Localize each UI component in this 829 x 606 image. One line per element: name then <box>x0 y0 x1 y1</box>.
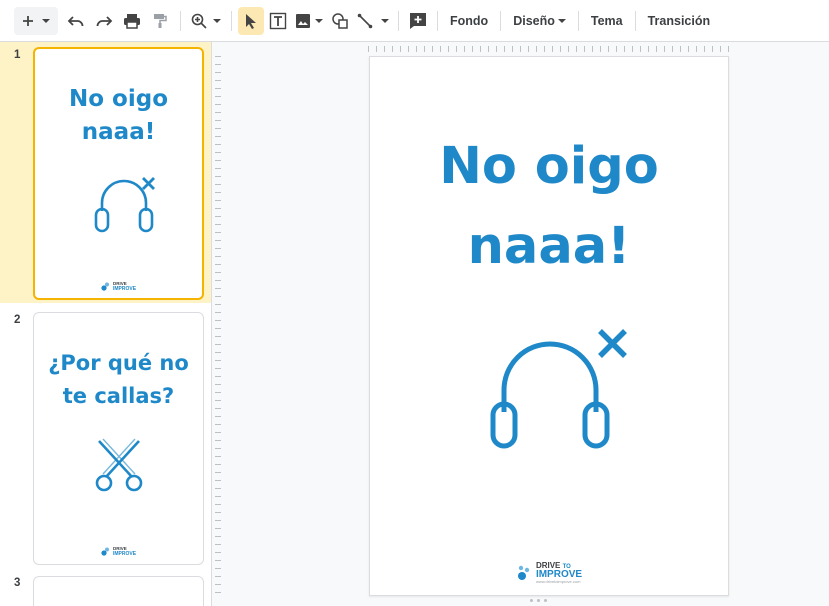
slide-number: 2 <box>14 314 21 326</box>
transition-button[interactable]: Transición <box>642 7 717 35</box>
theme-button[interactable]: Tema <box>585 7 629 35</box>
shape-icon <box>332 12 348 29</box>
chevron-down-icon <box>42 18 50 23</box>
horizontal-ruler[interactable] <box>368 42 729 54</box>
toolbar-divider <box>398 10 399 31</box>
redo-icon <box>96 15 113 26</box>
add-comment-button[interactable] <box>405 7 431 35</box>
slide-title-line2: naaa! <box>81 119 156 145</box>
new-slide-button[interactable] <box>14 6 58 35</box>
slide-title: No oigo naaa! <box>35 83 202 149</box>
logo-bottom-text: IMPROVE <box>112 550 137 557</box>
logo-dots-icon <box>517 565 530 580</box>
select-icon <box>246 13 256 29</box>
vertical-ruler[interactable] <box>212 56 224 596</box>
paint-format-button[interactable] <box>146 7 174 35</box>
slide-row-1[interactable]: 1 No oigo naaa! DRIVE IMPROVE <box>0 42 211 303</box>
line-button[interactable] <box>354 7 392 35</box>
background-button[interactable]: Fondo <box>444 7 494 35</box>
redo-button[interactable] <box>90 7 118 35</box>
chevron-down-icon <box>557 18 566 23</box>
toolbar-divider <box>634 10 636 31</box>
logo-dots-icon <box>101 547 109 556</box>
slide-title-line1: ¿Por qué no <box>48 351 189 375</box>
speaker-notes-handle[interactable] <box>530 599 547 602</box>
slide-title-line1: No oigo <box>68 86 168 112</box>
handle-dot <box>530 599 533 602</box>
image-icon <box>296 13 310 28</box>
line-icon <box>357 13 373 28</box>
layout-label: Diseño <box>513 13 555 28</box>
slide-row-3[interactable]: 3 <box>0 573 211 606</box>
handle-dot <box>544 599 547 602</box>
logo-url: www.drivetoimprove.com <box>535 579 581 584</box>
slide-canvas: No oigo naaa! DRIVE TO IMPROVE www.drive… <box>212 42 829 606</box>
image-button[interactable] <box>292 7 326 35</box>
slide-title-line1: No oigo <box>439 137 659 196</box>
slide-thumbnail-2[interactable]: ¿Por qué no te callas? DRIVE IMPROVE <box>33 312 204 565</box>
toolbar-divider <box>437 10 438 31</box>
slide-editor-page[interactable]: No oigo naaa! DRIVE TO IMPROVE www.drive… <box>369 56 729 596</box>
toolbar-divider <box>500 10 502 31</box>
headphones-icon <box>94 177 155 233</box>
toolbar-divider <box>231 10 232 31</box>
slide-number: 3 <box>14 577 21 589</box>
select-tool-button[interactable] <box>238 6 264 35</box>
textbox-button[interactable] <box>264 7 292 35</box>
logo-dots-icon <box>101 282 109 291</box>
undo-button[interactable] <box>62 7 90 35</box>
slide-thumbnail-3[interactable] <box>33 576 204 606</box>
brand-logo: DRIVE IMPROVE <box>34 546 203 557</box>
toolbar-divider <box>180 10 181 31</box>
chevron-down-icon <box>315 18 323 23</box>
slide-row-2[interactable]: 2 ¿Por qué no te callas? DRIVE IMPROVE <box>0 303 211 573</box>
slide-filmstrip: 1 No oigo naaa! DRIVE IMPROVE 2 ¿Por qué… <box>0 42 212 606</box>
toolbar-divider <box>577 10 579 31</box>
toolbar: Fondo Diseño Tema Transición <box>0 0 829 42</box>
chevron-down-icon <box>213 18 221 23</box>
brand-logo: DRIVE IMPROVE <box>35 281 202 292</box>
slide-number: 1 <box>14 49 21 61</box>
print-icon <box>124 13 140 29</box>
slide-thumbnail-1[interactable]: No oigo naaa! DRIVE IMPROVE <box>33 47 204 300</box>
headphones-icon[interactable] <box>488 322 628 462</box>
handle-dot <box>537 599 540 602</box>
shape-button[interactable] <box>326 7 354 35</box>
brand-logo: DRIVE TO IMPROVE www.drivetoimprove.com <box>370 562 728 584</box>
paint-format-icon <box>154 13 167 28</box>
plus-icon <box>23 15 33 26</box>
textbox-icon <box>269 12 287 29</box>
print-button[interactable] <box>118 7 146 35</box>
scissors-icon <box>95 438 143 492</box>
logo-bottom-text: IMPROVE <box>112 285 137 292</box>
comment-icon <box>410 12 426 29</box>
chevron-down-icon <box>381 18 389 23</box>
slide-title-line2: te callas? <box>62 384 175 408</box>
layout-button[interactable]: Diseño <box>507 7 572 35</box>
slide-title-line2: naaa! <box>467 217 631 276</box>
slide-title[interactable]: No oigo naaa! <box>370 127 728 287</box>
slide-title: ¿Por qué no te callas? <box>34 347 203 413</box>
zoom-button[interactable] <box>187 7 225 35</box>
zoom-icon <box>191 13 207 29</box>
undo-icon <box>67 15 84 26</box>
